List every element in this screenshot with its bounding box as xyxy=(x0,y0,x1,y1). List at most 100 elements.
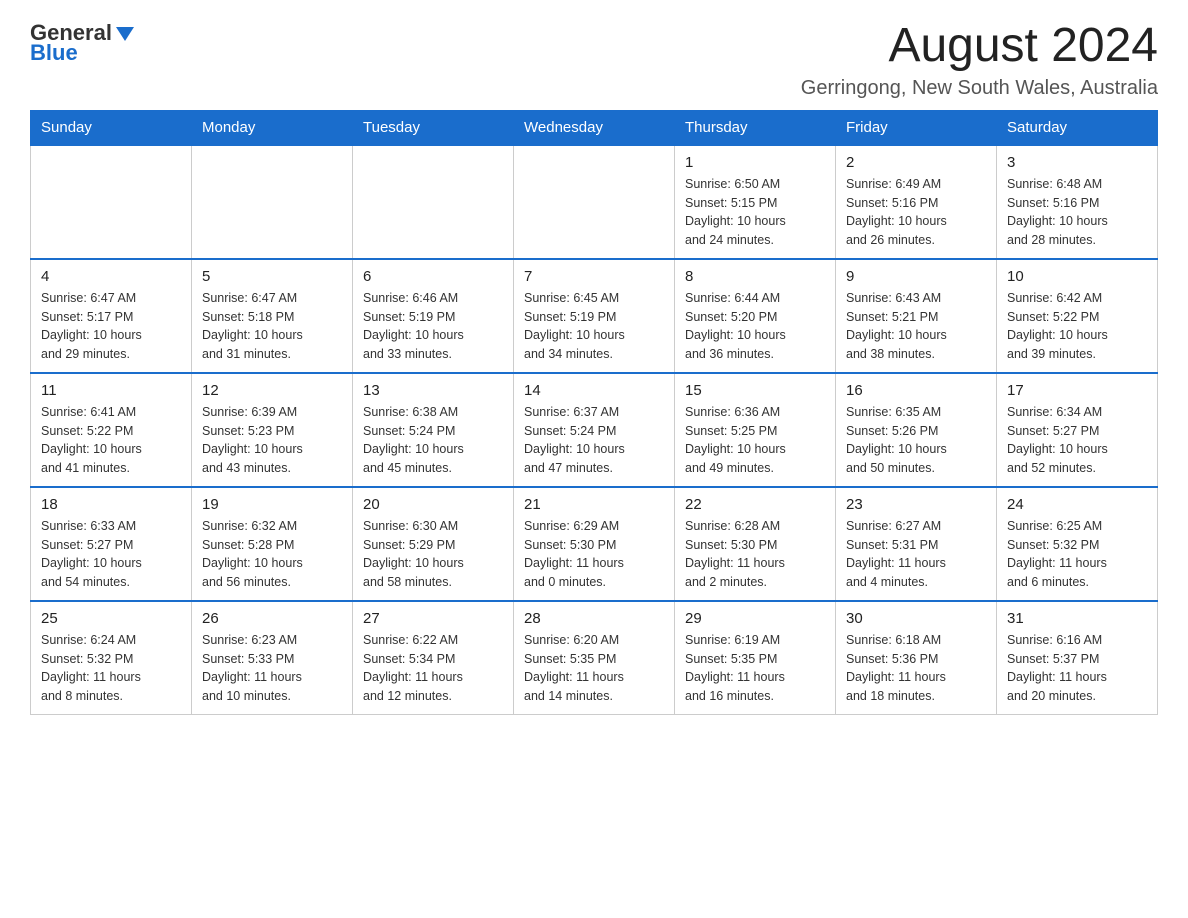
calendar-week-row: 25 Sunrise: 6:24 AM Sunset: 5:32 PM Dayli… xyxy=(31,601,1158,715)
logo-arrow-icon xyxy=(114,23,136,45)
day-number: 9 xyxy=(846,268,986,285)
day-info: Sunrise: 6:50 AM Sunset: 5:15 PM Dayligh… xyxy=(685,175,825,250)
day-info: Sunrise: 6:18 AM Sunset: 5:36 PM Dayligh… xyxy=(846,631,986,706)
main-title: August 2024 xyxy=(801,20,1158,73)
day-number: 2 xyxy=(846,154,986,171)
day-number: 7 xyxy=(524,268,664,285)
day-of-week-header: Friday xyxy=(836,110,997,145)
day-number: 16 xyxy=(846,382,986,399)
day-number: 8 xyxy=(685,268,825,285)
day-number: 6 xyxy=(363,268,503,285)
calendar-day-cell: 6 Sunrise: 6:46 AM Sunset: 5:19 PM Daylig… xyxy=(353,259,514,373)
calendar-day-cell xyxy=(353,145,514,259)
calendar-week-row: 1 Sunrise: 6:50 AM Sunset: 5:15 PM Daylig… xyxy=(31,145,1158,259)
day-info: Sunrise: 6:47 AM Sunset: 5:18 PM Dayligh… xyxy=(202,289,342,364)
day-of-week-header: Monday xyxy=(192,110,353,145)
day-of-week-header: Saturday xyxy=(997,110,1158,145)
day-info: Sunrise: 6:46 AM Sunset: 5:19 PM Dayligh… xyxy=(363,289,503,364)
day-info: Sunrise: 6:28 AM Sunset: 5:30 PM Dayligh… xyxy=(685,517,825,592)
calendar-day-cell: 27Sunrise: 6:22 AM Sunset: 5:34 PM Dayli… xyxy=(353,601,514,715)
day-number: 11 xyxy=(41,382,181,399)
calendar-day-cell: 2 Sunrise: 6:49 AM Sunset: 5:16 PM Daylig… xyxy=(836,145,997,259)
calendar-day-cell: 23Sunrise: 6:27 AM Sunset: 5:31 PM Dayli… xyxy=(836,487,997,601)
calendar-week-row: 4 Sunrise: 6:47 AM Sunset: 5:17 PM Daylig… xyxy=(31,259,1158,373)
day-number: 1 xyxy=(685,154,825,171)
page-header: General Blue August 2024 Gerringong, New… xyxy=(30,20,1158,100)
day-info: Sunrise: 6:47 AM Sunset: 5:17 PM Dayligh… xyxy=(41,289,181,364)
calendar-day-cell: 9 Sunrise: 6:43 AM Sunset: 5:21 PM Daylig… xyxy=(836,259,997,373)
day-number: 15 xyxy=(685,382,825,399)
day-info: Sunrise: 6:20 AM Sunset: 5:35 PM Dayligh… xyxy=(524,631,664,706)
day-number: 18 xyxy=(41,496,181,513)
day-number: 3 xyxy=(1007,154,1147,171)
day-number: 19 xyxy=(202,496,342,513)
day-info: Sunrise: 6:48 AM Sunset: 5:16 PM Dayligh… xyxy=(1007,175,1147,250)
day-info: Sunrise: 6:16 AM Sunset: 5:37 PM Dayligh… xyxy=(1007,631,1147,706)
day-info: Sunrise: 6:36 AM Sunset: 5:25 PM Dayligh… xyxy=(685,403,825,478)
day-number: 12 xyxy=(202,382,342,399)
calendar-day-cell: 14 Sunrise: 6:37 AM Sunset: 5:24 PM Dayli… xyxy=(514,373,675,487)
day-info: Sunrise: 6:39 AM Sunset: 5:23 PM Dayligh… xyxy=(202,403,342,478)
calendar-day-cell: 25 Sunrise: 6:24 AM Sunset: 5:32 PM Dayli… xyxy=(31,601,192,715)
calendar-day-cell: 5 Sunrise: 6:47 AM Sunset: 5:18 PM Daylig… xyxy=(192,259,353,373)
day-info: Sunrise: 6:22 AM Sunset: 5:34 PM Dayligh… xyxy=(363,631,503,706)
calendar-day-cell: 24 Sunrise: 6:25 AM Sunset: 5:32 PM Dayli… xyxy=(997,487,1158,601)
day-number: 22 xyxy=(685,496,825,513)
day-number: 31 xyxy=(1007,610,1147,627)
calendar-week-row: 18 Sunrise: 6:33 AM Sunset: 5:27 PM Dayli… xyxy=(31,487,1158,601)
day-of-week-header: Tuesday xyxy=(353,110,514,145)
calendar-day-cell: 20 Sunrise: 6:30 AM Sunset: 5:29 PM Dayli… xyxy=(353,487,514,601)
calendar-day-cell: 7Sunrise: 6:45 AM Sunset: 5:19 PM Daylig… xyxy=(514,259,675,373)
day-number: 21 xyxy=(524,496,664,513)
calendar-day-cell: 17 Sunrise: 6:34 AM Sunset: 5:27 PM Dayli… xyxy=(997,373,1158,487)
day-info: Sunrise: 6:49 AM Sunset: 5:16 PM Dayligh… xyxy=(846,175,986,250)
calendar-day-cell xyxy=(192,145,353,259)
calendar-day-cell: 1 Sunrise: 6:50 AM Sunset: 5:15 PM Daylig… xyxy=(675,145,836,259)
day-info: Sunrise: 6:24 AM Sunset: 5:32 PM Dayligh… xyxy=(41,631,181,706)
calendar-day-cell: 15 Sunrise: 6:36 AM Sunset: 5:25 PM Dayli… xyxy=(675,373,836,487)
day-info: Sunrise: 6:37 AM Sunset: 5:24 PM Dayligh… xyxy=(524,403,664,478)
calendar-day-cell: 8 Sunrise: 6:44 AM Sunset: 5:20 PM Daylig… xyxy=(675,259,836,373)
day-info: Sunrise: 6:30 AM Sunset: 5:29 PM Dayligh… xyxy=(363,517,503,592)
calendar-day-cell: 13 Sunrise: 6:38 AM Sunset: 5:24 PM Dayli… xyxy=(353,373,514,487)
calendar-day-cell: 19Sunrise: 6:32 AM Sunset: 5:28 PM Dayli… xyxy=(192,487,353,601)
day-info: Sunrise: 6:44 AM Sunset: 5:20 PM Dayligh… xyxy=(685,289,825,364)
day-of-week-header: Wednesday xyxy=(514,110,675,145)
day-number: 30 xyxy=(846,610,986,627)
day-info: Sunrise: 6:38 AM Sunset: 5:24 PM Dayligh… xyxy=(363,403,503,478)
logo: General Blue xyxy=(30,20,136,66)
calendar-day-cell: 3 Sunrise: 6:48 AM Sunset: 5:16 PM Daylig… xyxy=(997,145,1158,259)
day-number: 5 xyxy=(202,268,342,285)
day-info: Sunrise: 6:33 AM Sunset: 5:27 PM Dayligh… xyxy=(41,517,181,592)
day-info: Sunrise: 6:34 AM Sunset: 5:27 PM Dayligh… xyxy=(1007,403,1147,478)
day-number: 4 xyxy=(41,268,181,285)
day-info: Sunrise: 6:35 AM Sunset: 5:26 PM Dayligh… xyxy=(846,403,986,478)
day-number: 20 xyxy=(363,496,503,513)
calendar-day-cell: 30 Sunrise: 6:18 AM Sunset: 5:36 PM Dayli… xyxy=(836,601,997,715)
calendar-day-cell xyxy=(514,145,675,259)
calendar-day-cell: 21Sunrise: 6:29 AM Sunset: 5:30 PM Dayli… xyxy=(514,487,675,601)
day-number: 23 xyxy=(846,496,986,513)
day-of-week-header: Sunday xyxy=(31,110,192,145)
day-number: 10 xyxy=(1007,268,1147,285)
calendar-day-cell: 26Sunrise: 6:23 AM Sunset: 5:33 PM Dayli… xyxy=(192,601,353,715)
calendar-day-cell: 4 Sunrise: 6:47 AM Sunset: 5:17 PM Daylig… xyxy=(31,259,192,373)
day-info: Sunrise: 6:43 AM Sunset: 5:21 PM Dayligh… xyxy=(846,289,986,364)
day-info: Sunrise: 6:25 AM Sunset: 5:32 PM Dayligh… xyxy=(1007,517,1147,592)
calendar-day-cell: 22 Sunrise: 6:28 AM Sunset: 5:30 PM Dayli… xyxy=(675,487,836,601)
calendar-header-row: SundayMondayTuesdayWednesdayThursdayFrid… xyxy=(31,110,1158,145)
day-number: 17 xyxy=(1007,382,1147,399)
calendar-day-cell: 29Sunrise: 6:19 AM Sunset: 5:35 PM Dayli… xyxy=(675,601,836,715)
day-number: 25 xyxy=(41,610,181,627)
title-block: August 2024 Gerringong, New South Wales,… xyxy=(801,20,1158,100)
calendar-day-cell: 10Sunrise: 6:42 AM Sunset: 5:22 PM Dayli… xyxy=(997,259,1158,373)
day-number: 29 xyxy=(685,610,825,627)
day-number: 24 xyxy=(1007,496,1147,513)
day-number: 14 xyxy=(524,382,664,399)
day-number: 13 xyxy=(363,382,503,399)
calendar-day-cell: 16 Sunrise: 6:35 AM Sunset: 5:26 PM Dayli… xyxy=(836,373,997,487)
calendar-table: SundayMondayTuesdayWednesdayThursdayFrid… xyxy=(30,110,1158,715)
subtitle: Gerringong, New South Wales, Australia xyxy=(801,77,1158,100)
calendar-day-cell: 11Sunrise: 6:41 AM Sunset: 5:22 PM Dayli… xyxy=(31,373,192,487)
calendar-day-cell: 12 Sunrise: 6:39 AM Sunset: 5:23 PM Dayli… xyxy=(192,373,353,487)
